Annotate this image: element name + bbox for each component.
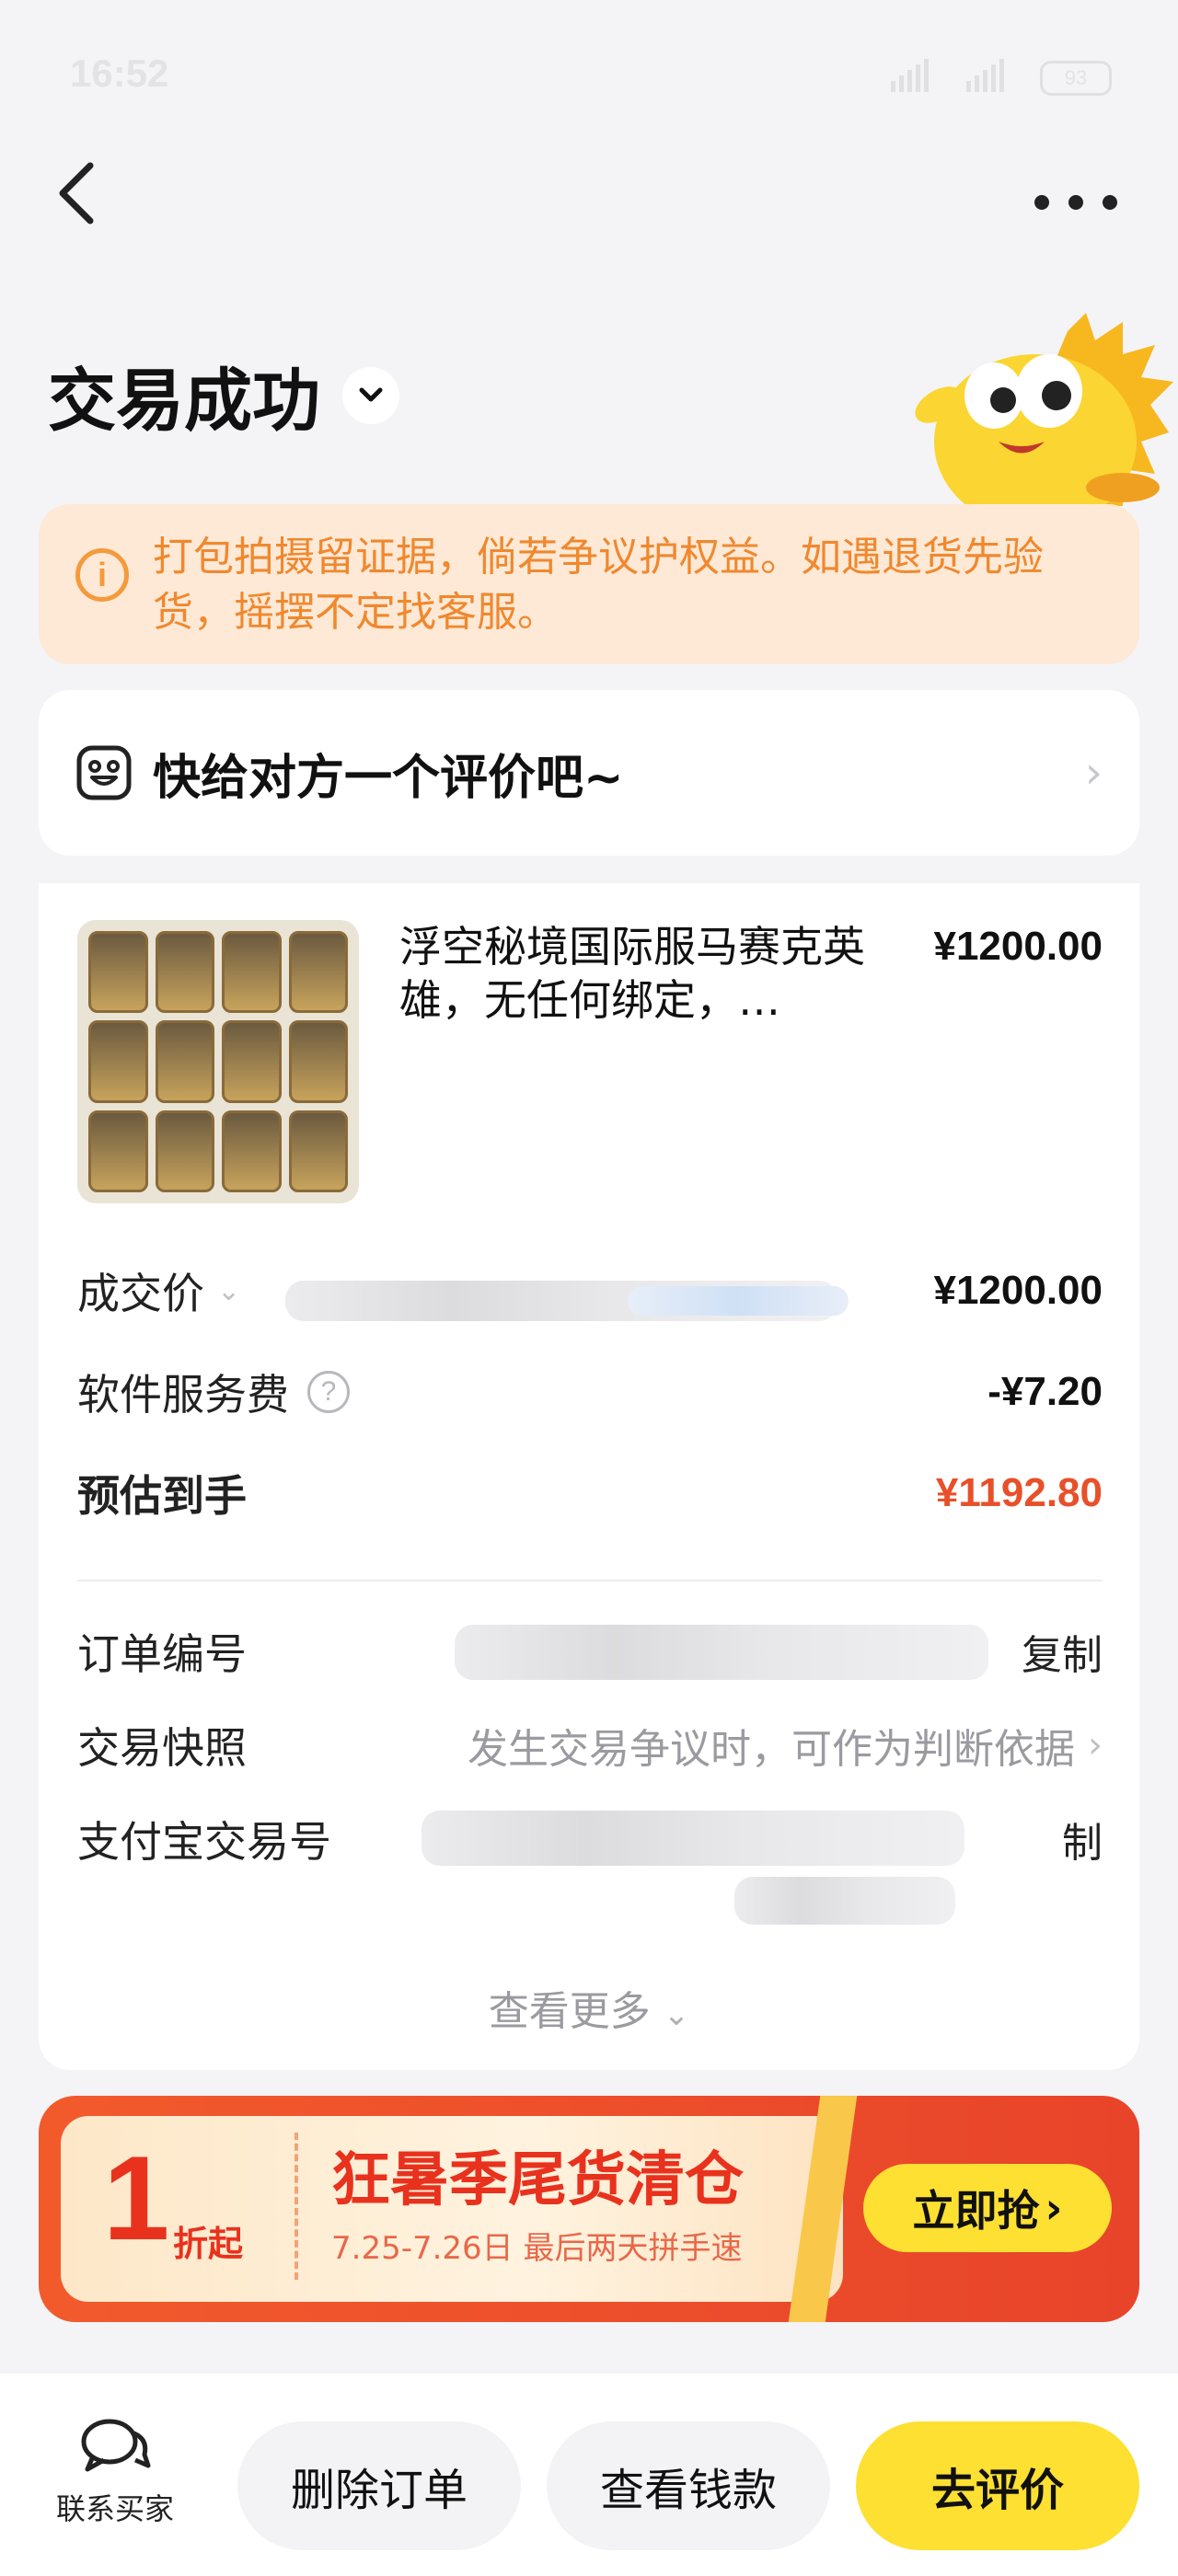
order-card: 浮空秘境国际服马赛克英雄，无任何绑定，… ¥1200.00 成交价 ⌄ ¥120… [39, 883, 1139, 2070]
promo-discount-number: 1 [103, 2131, 170, 2265]
write-review-button[interactable]: 去评价 [856, 2421, 1139, 2550]
delete-order-button[interactable]: 删除订单 [237, 2421, 521, 2550]
snapshot-row[interactable]: 交易快照 发生交易争议时，可作为判断依据 › [77, 1715, 1103, 1776]
service-fee-value: -¥7.20 [987, 1369, 1103, 1414]
see-more-button[interactable]: 查看更多 ⌄ [39, 1978, 1139, 2037]
more-dot [1034, 195, 1049, 210]
view-money-button[interactable]: 查看钱款 [547, 2421, 830, 2550]
promo-grab-button[interactable]: 立即抢 › [863, 2164, 1112, 2252]
promo-date: 7.25-7.26日 最后两天拼手速 [331, 2230, 743, 2267]
copy-alipay-number-button[interactable]: 制 [1062, 1810, 1103, 1869]
chevron-right-icon: › [1084, 747, 1103, 799]
promo-grab-label: 立即抢 [912, 2186, 1040, 2236]
estimated-receipt-value: ¥1192.80 [935, 1470, 1103, 1515]
divider [77, 1580, 1103, 1581]
mascot-icon [915, 313, 1173, 515]
product-price: ¥1200.00 [933, 924, 1103, 969]
title-row: 交易成功 [48, 346, 399, 444]
deal-price-value: ¥1200.00 [933, 1268, 1103, 1313]
see-more-label: 查看更多 [488, 1988, 651, 2035]
promo-title: 狂暑季尾货清仓 [331, 2146, 744, 2214]
redacted-link [628, 1286, 849, 1316]
more-dot [1068, 195, 1083, 210]
more-options-button[interactable] [1034, 184, 1117, 221]
back-button[interactable] [53, 156, 109, 230]
redacted-alipay-number-2 [734, 1877, 955, 1925]
promo-discount-suffix: 折起 [173, 2224, 244, 2264]
status-bar: 16:52 93 [0, 0, 1178, 156]
page-title: 交易成功 [48, 362, 320, 441]
status-time: 16:52 [70, 52, 169, 95]
order-number-label: 订单编号 [77, 1629, 247, 1679]
review-prompt-card[interactable]: 快给对方一个评价吧~ › [39, 690, 1139, 856]
battery-icon: 93 [1040, 61, 1112, 96]
smiley-icon [76, 745, 132, 800]
signal-icon [966, 59, 1004, 92]
more-dot [1103, 195, 1117, 210]
redacted-order-number [455, 1625, 988, 1680]
estimated-receipt-row: 预估到手 ¥1192.80 [77, 1463, 1103, 1524]
bottom-action-bar: 联系买家 删除订单 查看钱款 去评价 [0, 2374, 1178, 2576]
review-prompt-text: 快给对方一个评价吧~ [153, 750, 624, 806]
copy-order-number-button[interactable]: 复制 [1022, 1622, 1103, 1681]
signal-icon [891, 59, 929, 92]
notice-banner: i 打包拍摄留证据，倘若争议护权益。如遇退货先验货，摇摆不定找客服。 [39, 504, 1139, 664]
chevron-right-icon: › [1088, 1724, 1103, 1766]
snapshot-label: 交易快照 [77, 1723, 247, 1773]
promo-separator [294, 2133, 298, 2280]
product-image[interactable] [77, 920, 359, 1203]
redacted-alipay-number [422, 1811, 964, 1866]
snapshot-description: 发生交易争议时，可作为判断依据 [468, 1726, 1075, 1773]
contact-buyer-button[interactable]: 联系买家 [37, 2416, 193, 2528]
info-icon: i [75, 548, 129, 602]
chevron-down-icon[interactable]: ⌄ [217, 1275, 240, 1307]
deal-price-label: 成交价 [77, 1269, 204, 1318]
chevron-left-icon [59, 162, 94, 224]
help-icon[interactable]: ? [307, 1371, 350, 1413]
chevron-down-icon: ⌄ [663, 1996, 690, 2033]
contact-buyer-label: 联系买家 [55, 2491, 174, 2526]
chevron-down-icon [359, 387, 383, 401]
estimated-receipt-label: 预估到手 [77, 1471, 247, 1521]
notice-text: 打包拍摄留证据，倘若争议护权益。如遇退货先验货，摇摆不定找客服。 [153, 534, 1044, 636]
promo-banner[interactable]: 1 折起 狂暑季尾货清仓 7.25-7.26日 最后两天拼手速 立即抢 › [39, 2096, 1139, 2322]
service-fee-label: 软件服务费 [77, 1370, 289, 1420]
alipay-number-label: 支付宝交易号 [77, 1817, 331, 1867]
service-fee-row: 软件服务费 ? -¥7.20 [77, 1362, 1103, 1422]
chat-icon [81, 2419, 151, 2472]
status-expand-button[interactable] [342, 366, 399, 424]
chevron-right-icon: › [1045, 2183, 1063, 2233]
product-title[interactable]: 浮空秘境国际服马赛克英雄，无任何绑定，… [399, 920, 878, 1027]
